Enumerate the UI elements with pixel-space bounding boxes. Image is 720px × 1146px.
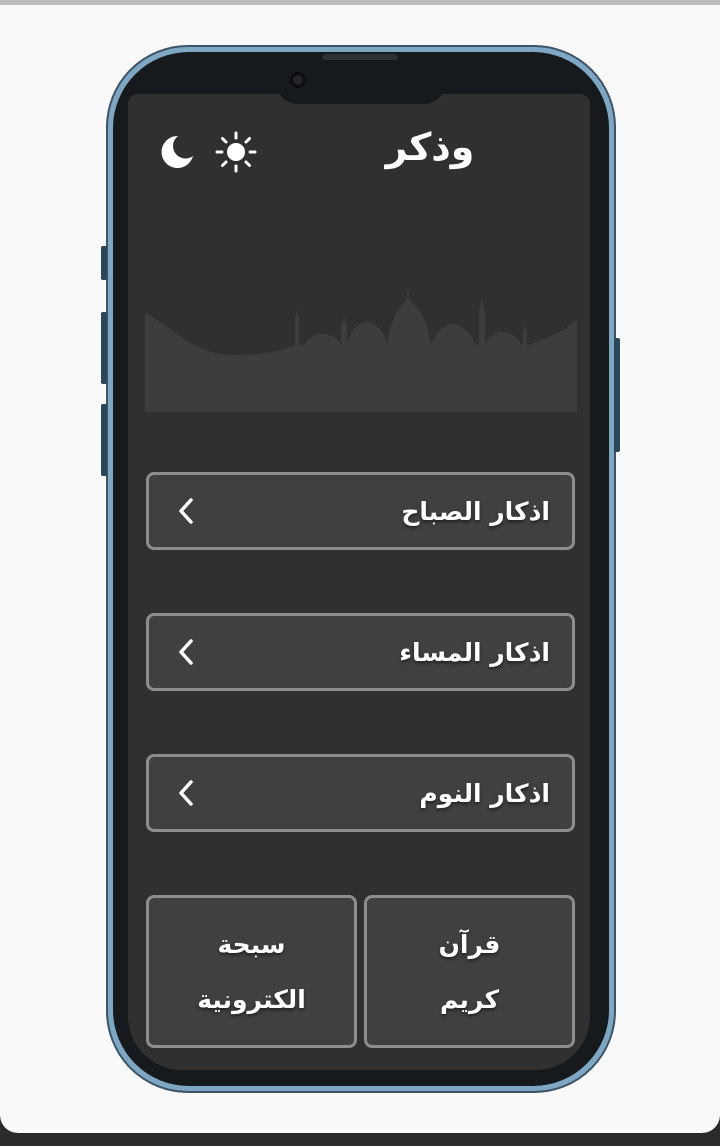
menu-item-morning[interactable]: اذكار الصباح	[146, 472, 575, 550]
mosque-silhouette	[145, 270, 577, 412]
menu-item-label: اذكار المساء	[399, 637, 550, 667]
tasbih-tile[interactable]: سبحة الكترونية	[146, 895, 357, 1048]
app-title: وذكر	[385, 125, 475, 169]
front-camera	[290, 72, 306, 88]
menu-item-label: اذكار النوم	[419, 778, 550, 808]
tile-label-line1: سبحة	[217, 929, 286, 959]
chevron-left-icon	[179, 498, 193, 524]
moon-icon[interactable]	[156, 132, 196, 172]
volume-down-button	[101, 404, 107, 476]
chevron-left-icon	[179, 780, 193, 806]
menu-item-label: اذكار الصباح	[401, 496, 550, 526]
earpiece-speaker	[322, 54, 398, 60]
tile-label-line2: كريم	[439, 984, 500, 1014]
action-button	[101, 246, 107, 280]
sun-icon[interactable]	[214, 130, 258, 174]
tile-label-line1: قرآن	[438, 929, 501, 959]
volume-up-button	[101, 312, 107, 384]
tile-label-line2: الكترونية	[197, 984, 306, 1014]
menu-item-sleep[interactable]: اذكار النوم	[146, 754, 575, 832]
quran-tile[interactable]: قرآن كريم	[364, 895, 575, 1048]
chevron-left-icon	[179, 639, 193, 665]
menu-item-evening[interactable]: اذكار المساء	[146, 613, 575, 691]
power-button	[614, 338, 620, 452]
